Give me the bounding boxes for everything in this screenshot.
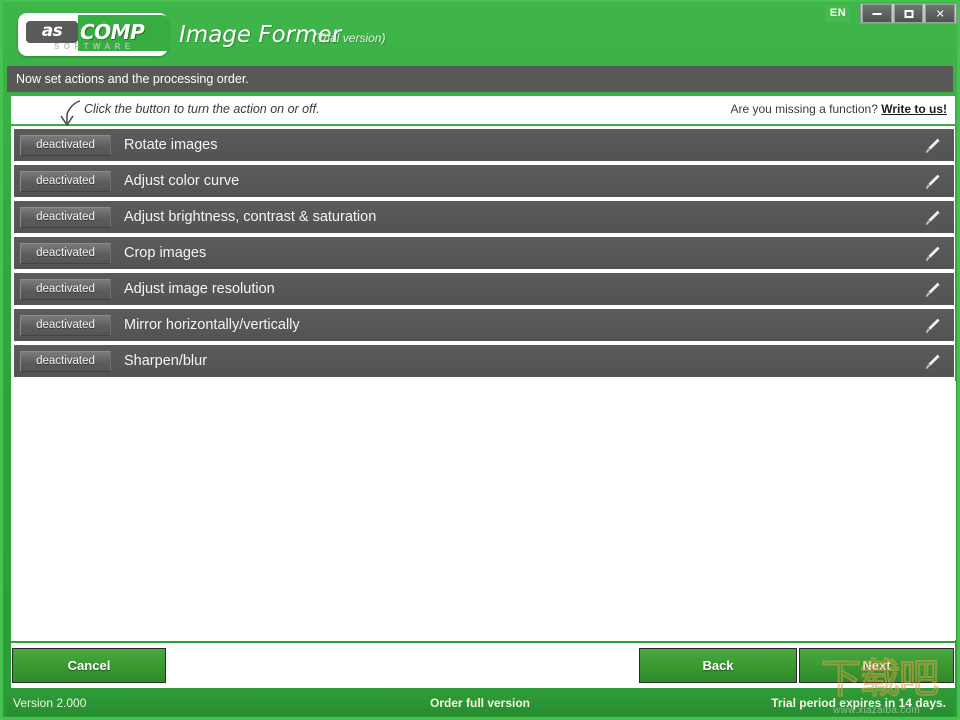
edit-pencil-icon[interactable] bbox=[924, 281, 941, 298]
action-label: Sharpen/blur bbox=[124, 353, 208, 369]
edit-pencil-icon[interactable] bbox=[924, 317, 941, 334]
maximize-icon bbox=[904, 9, 913, 18]
action-label: Adjust color curve bbox=[124, 173, 240, 189]
edit-pencil-icon[interactable] bbox=[924, 137, 941, 154]
logo-comp-text: COMP bbox=[80, 20, 145, 44]
close-icon: ✕ bbox=[935, 7, 945, 20]
action-label: Crop images bbox=[124, 245, 207, 261]
logo-software-text: SOFTWARE bbox=[54, 42, 135, 51]
action-toggle-button[interactable]: deactivated bbox=[20, 278, 111, 300]
maximize-button[interactable] bbox=[893, 4, 924, 23]
write-to-us-link[interactable]: Write to us! bbox=[881, 102, 947, 116]
action-toggle-button[interactable]: deactivated bbox=[20, 314, 111, 336]
edit-pencil-icon[interactable] bbox=[924, 245, 941, 262]
action-row[interactable]: deactivated Crop images bbox=[14, 237, 954, 269]
trial-version-tag: (Trial version) bbox=[313, 31, 386, 45]
action-toggle-button[interactable]: deactivated bbox=[20, 170, 111, 192]
title-bar: as COMP SOFTWARE Image Former (Trial ver… bbox=[3, 2, 957, 64]
instruction-bar: Now set actions and the processing order… bbox=[7, 66, 953, 92]
status-bar: Version 2.000 Order full version Trial p… bbox=[6, 691, 954, 716]
edit-pencil-icon[interactable] bbox=[924, 353, 941, 370]
action-rows: deactivated Rotate images deactivated Adjus… bbox=[12, 127, 956, 381]
window-controls: ✕ bbox=[860, 3, 957, 24]
action-row[interactable]: deactivated Adjust brightness, contrast &… bbox=[14, 201, 954, 233]
edit-pencil-icon[interactable] bbox=[924, 209, 941, 226]
action-row[interactable]: deactivated Adjust image resolution bbox=[14, 273, 954, 305]
action-toggle-button[interactable]: deactivated bbox=[20, 206, 111, 228]
action-toggle-button[interactable]: deactivated bbox=[20, 242, 111, 264]
minimize-icon bbox=[872, 12, 882, 15]
action-label: Rotate images bbox=[124, 137, 218, 153]
action-row[interactable]: deactivated Sharpen/blur bbox=[14, 345, 954, 377]
language-badge[interactable]: EN bbox=[826, 5, 850, 22]
action-label: Adjust brightness, contrast & saturation bbox=[124, 209, 377, 225]
action-row[interactable]: deactivated Mirror horizontally/verticall… bbox=[14, 309, 954, 341]
curved-arrow-icon bbox=[60, 100, 81, 127]
trial-expiry-label: Trial period expires in 14 days. bbox=[771, 696, 946, 710]
button-bar: Cancel Back Next bbox=[11, 643, 955, 688]
next-button[interactable]: Next bbox=[799, 648, 954, 683]
ascomp-logo: as COMP SOFTWARE bbox=[18, 13, 170, 56]
back-button[interactable]: Back bbox=[639, 648, 797, 683]
missing-function-prefix: Are you missing a function? bbox=[730, 102, 878, 116]
minimize-button[interactable] bbox=[862, 4, 892, 23]
close-button[interactable]: ✕ bbox=[925, 4, 956, 23]
action-label: Mirror horizontally/vertically bbox=[124, 317, 300, 333]
action-toggle-button[interactable]: deactivated bbox=[20, 350, 111, 372]
action-toggle-button[interactable]: deactivated bbox=[20, 134, 111, 156]
edit-pencil-icon[interactable] bbox=[924, 173, 941, 190]
missing-function-text: Are you missing a function? Write to us! bbox=[730, 100, 947, 118]
empty-list-area bbox=[12, 381, 956, 640]
application-window: as COMP SOFTWARE Image Former (Trial ver… bbox=[0, 0, 960, 720]
action-list-panel: deactivated Rotate images deactivated Adjus… bbox=[11, 126, 956, 641]
action-row[interactable]: deactivated Rotate images bbox=[14, 129, 954, 161]
action-label: Adjust image resolution bbox=[124, 281, 275, 297]
logo-as-text: as bbox=[26, 21, 78, 43]
action-row[interactable]: deactivated Adjust color curve bbox=[14, 165, 954, 197]
hint-strip: Click the button to turn the action on o… bbox=[11, 96, 955, 127]
cancel-button[interactable]: Cancel bbox=[12, 648, 166, 683]
hint-text: Click the button to turn the action on o… bbox=[84, 102, 320, 116]
